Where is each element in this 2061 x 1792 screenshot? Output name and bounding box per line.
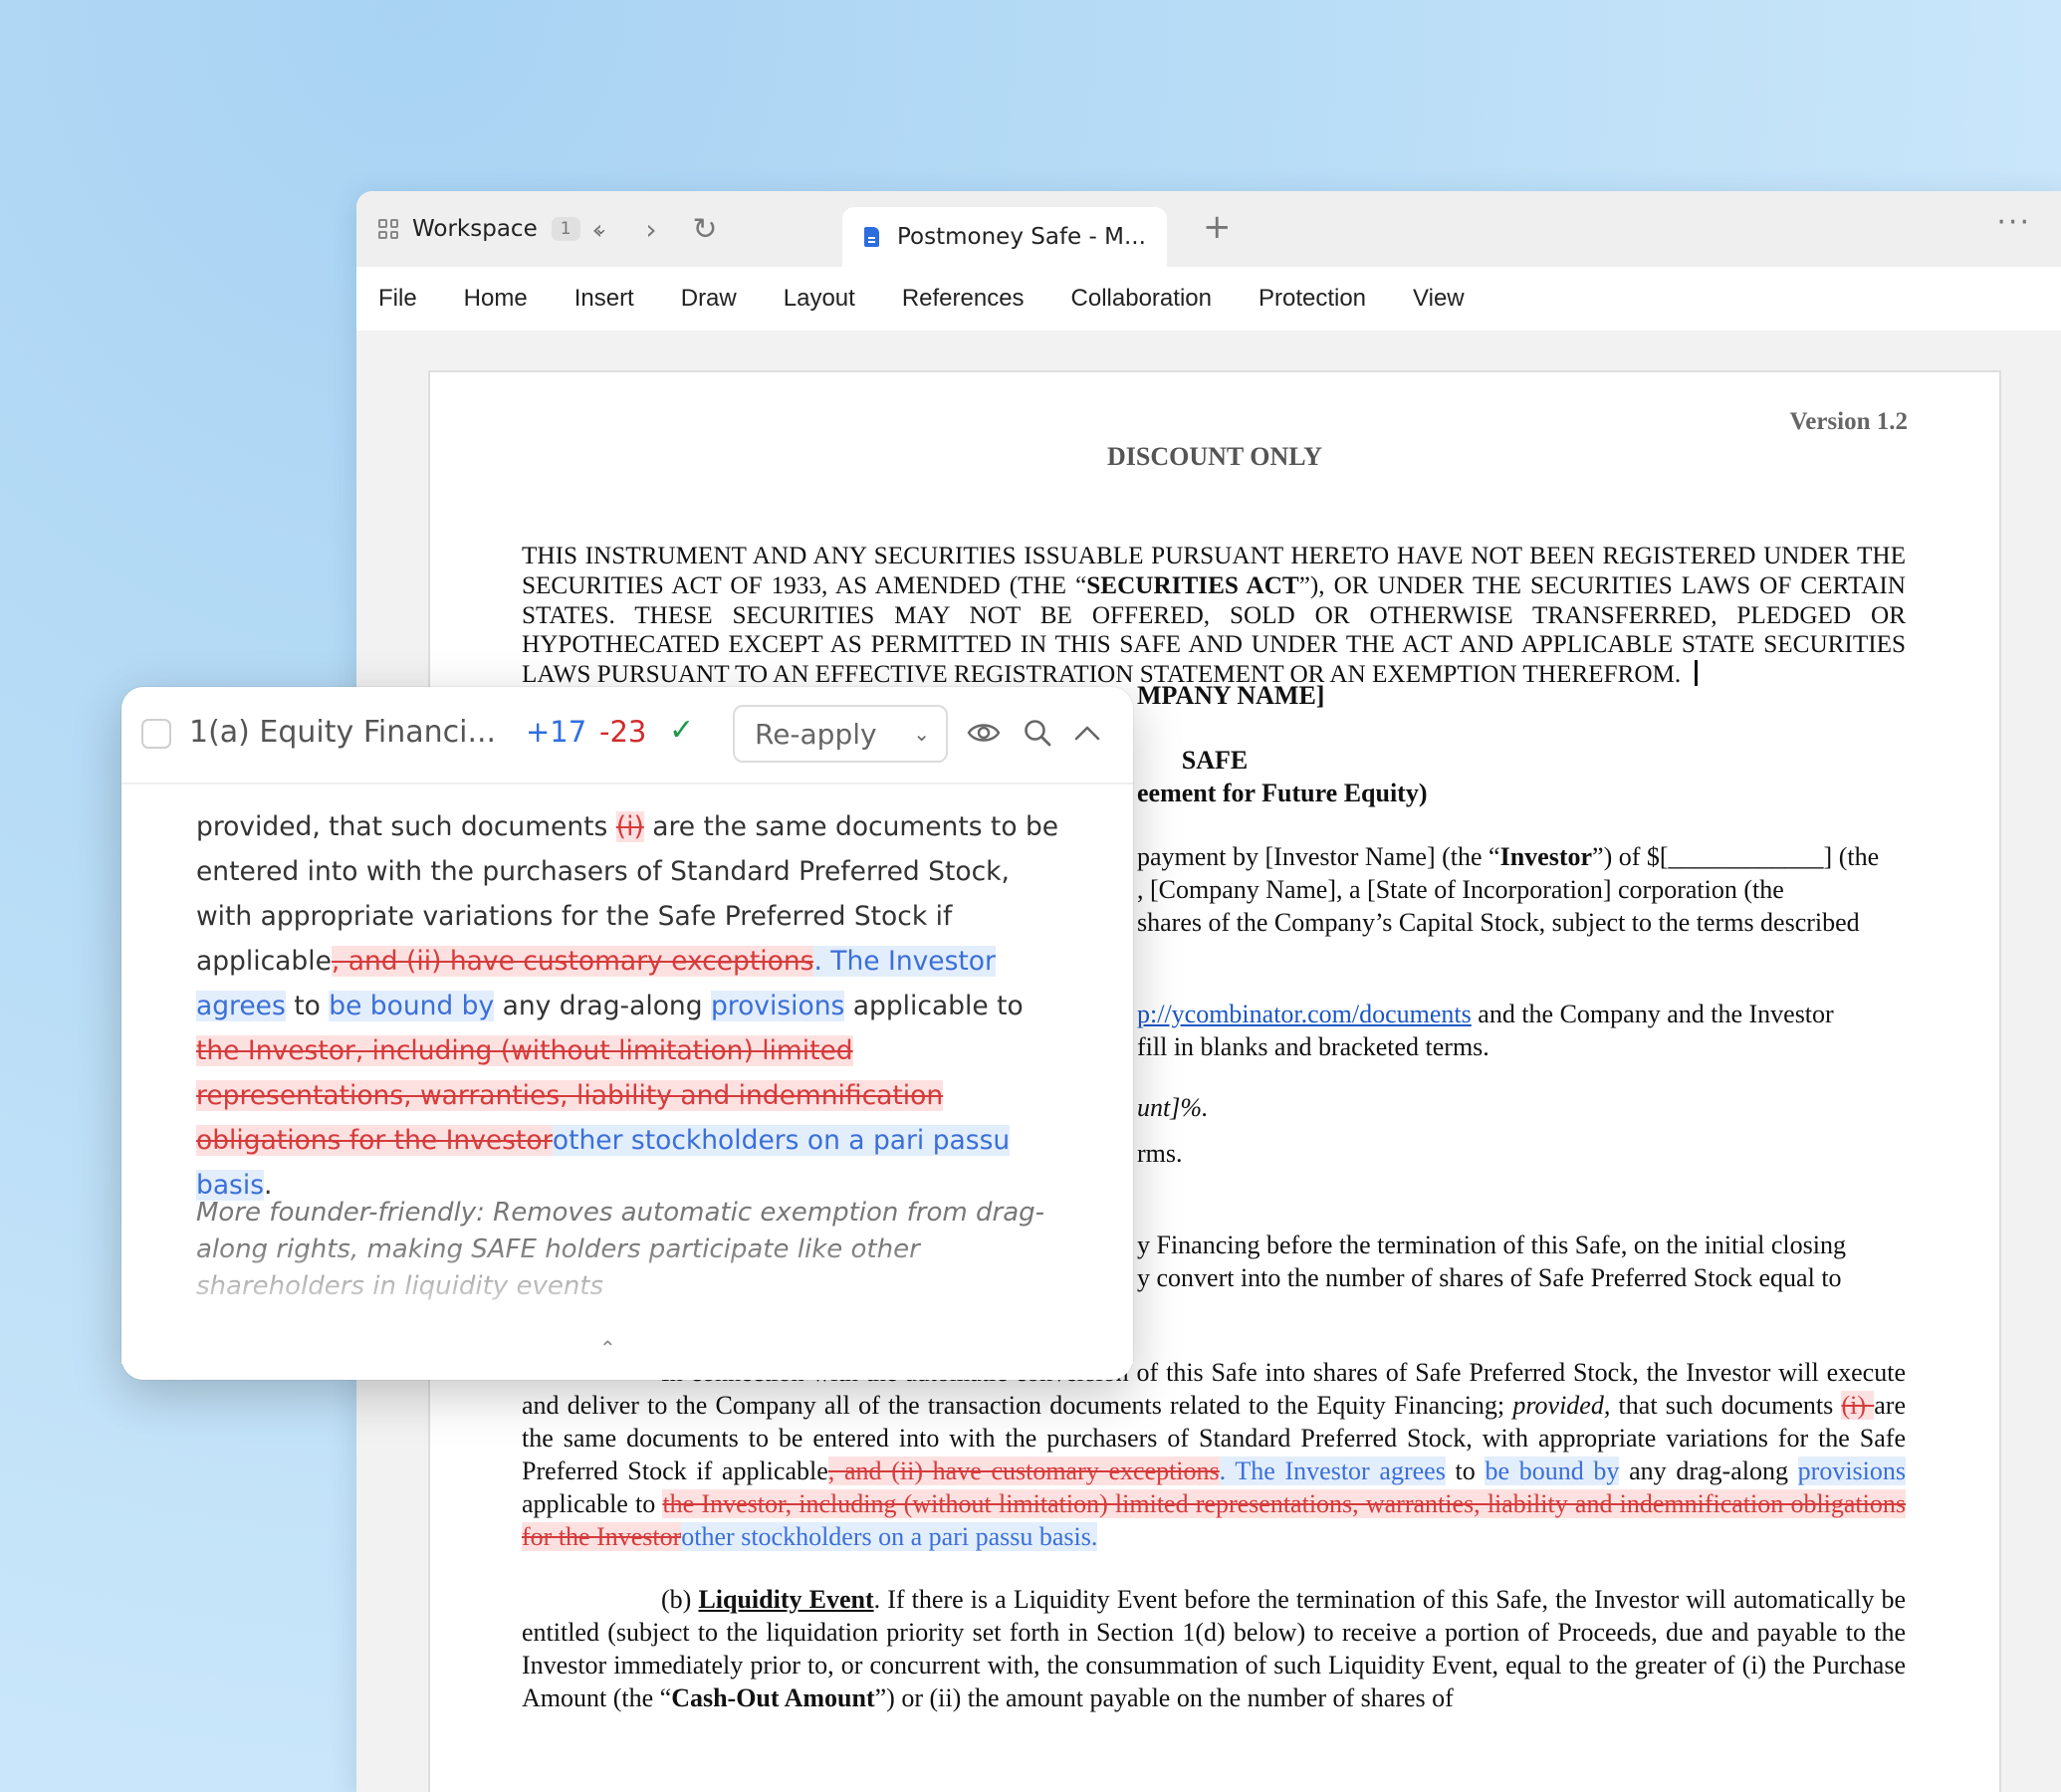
deletion-1[interactable]: (i) bbox=[1841, 1391, 1875, 1420]
chevron-down-icon: ⌄ bbox=[913, 722, 930, 746]
workspace-label: Workspace bbox=[412, 216, 538, 242]
equity-text-1: y Financing before the termination of th… bbox=[1137, 1231, 1846, 1259]
search-icon[interactable] bbox=[1018, 713, 1057, 753]
provided-italic: provided, bbox=[1512, 1391, 1611, 1420]
grid-icon bbox=[378, 219, 398, 239]
diff-text-1: provided, that such documents bbox=[196, 811, 616, 842]
liquidity-label: (b) bbox=[661, 1585, 699, 1614]
insertion-3[interactable]: provisions bbox=[1797, 1456, 1907, 1485]
menu-protection[interactable]: Protection bbox=[1259, 285, 1366, 313]
discount-fragment: unt]%. bbox=[1137, 1093, 1209, 1122]
cash-out-amount-bold: Cash-Out Amount bbox=[671, 1683, 875, 1712]
menu-view[interactable]: View bbox=[1413, 285, 1465, 313]
intro-text-2: ”) of $[____________] (the bbox=[1592, 842, 1880, 871]
chevron-up-icon[interactable] bbox=[1067, 713, 1107, 753]
popup-header: 1(a) Equity Financi... +17 -23 ✓ Re-appl… bbox=[121, 687, 1133, 784]
menu-bar: File Home Insert Draw Layout References … bbox=[356, 267, 2061, 331]
equity-text-2: y convert into the number of shares of S… bbox=[1137, 1263, 1842, 1292]
intro-text-1: payment by [Investor Name] (the “ bbox=[1137, 842, 1500, 871]
back-icon[interactable]: ‹ bbox=[577, 209, 617, 249]
workspace-count-badge: 1 bbox=[551, 217, 580, 241]
documents-paragraph: p://ycombinator.com/documents and the Co… bbox=[1137, 998, 1906, 1063]
menu-layout[interactable]: Layout bbox=[784, 285, 855, 313]
safe-subtitle: eement for Future Equity) bbox=[1137, 779, 1428, 807]
forward-icon[interactable]: › bbox=[631, 209, 671, 249]
document-icon bbox=[864, 227, 879, 247]
link-after-text: and the Company and the Investor bbox=[1471, 1000, 1834, 1028]
terms-fragment: rms. bbox=[1137, 1139, 1183, 1168]
checkmark-icon[interactable]: ✓ bbox=[669, 713, 694, 748]
securities-legend: THIS INSTRUMENT AND ANY SECURITIES ISSUA… bbox=[522, 542, 1906, 690]
conversion-text-6: applicable to bbox=[522, 1489, 663, 1518]
conversion-text-4: to bbox=[1445, 1456, 1486, 1485]
menu-collaboration[interactable]: Collaboration bbox=[1071, 285, 1212, 313]
intro-bold: Investor bbox=[1499, 842, 1593, 871]
document-heading: DISCOUNT ONLY bbox=[1106, 442, 1322, 471]
change-title: 1(a) Equity Financi... bbox=[189, 715, 497, 750]
insertion-4[interactable]: other stockholders on a pari passu basis… bbox=[681, 1522, 1098, 1551]
blanks-text: fill in blanks and bracketed terms. bbox=[1137, 1032, 1489, 1061]
diff-deletion-2[interactable]: , and (ii) have customary exceptions bbox=[331, 946, 814, 977]
change-review-popup: 1(a) Equity Financi... +17 -23 ✓ Re-appl… bbox=[121, 687, 1133, 1380]
menu-insert[interactable]: Insert bbox=[574, 285, 634, 313]
conversion-text-2: that such documents bbox=[1610, 1391, 1842, 1420]
workspace-switcher[interactable]: Workspace 1 ⌄ bbox=[378, 211, 608, 247]
liquidity-event-paragraph: (b) Liquidity Event. If there is a Liqui… bbox=[522, 1583, 1906, 1714]
expand-chevron-icon[interactable]: ⌃ bbox=[599, 1336, 616, 1360]
tab-bar: Workspace 1 ⌄ ‹ › ↻ Postmoney Safe - M..… bbox=[356, 191, 2061, 267]
diff-text-3: to bbox=[285, 991, 330, 1021]
reapply-label: Re-apply bbox=[755, 717, 877, 751]
liquidity-title: Liquidity Event bbox=[698, 1585, 874, 1614]
liquidity-text-2: ”) or (ii) the amount payable on the num… bbox=[874, 1683, 1454, 1712]
version-label: Version 1.2 bbox=[1789, 408, 1908, 435]
menu-home[interactable]: Home bbox=[464, 285, 528, 313]
documents-link[interactable]: p://ycombinator.com/documents bbox=[1137, 1000, 1472, 1028]
diff-insertion-2[interactable]: be bound by bbox=[329, 991, 495, 1021]
conversion-text-5: any drag-along bbox=[1619, 1456, 1798, 1485]
eye-icon[interactable] bbox=[964, 713, 1004, 753]
new-tab-icon[interactable]: + bbox=[1203, 207, 1232, 247]
additions-count: +17 bbox=[526, 715, 587, 749]
reapply-dropdown[interactable]: Re-apply ⌄ bbox=[733, 705, 948, 763]
intro-paragraph: payment by [Investor Name] (the “Investo… bbox=[1137, 840, 1906, 939]
menu-file[interactable]: File bbox=[378, 285, 417, 313]
deletions-count: -23 bbox=[599, 715, 647, 749]
deletion-2[interactable]: , and (ii) have customary exceptions bbox=[827, 1456, 1220, 1485]
insertion-1[interactable]: . The Investor agrees bbox=[1219, 1456, 1446, 1485]
fade-overlay bbox=[121, 1244, 1133, 1364]
diff-deletion-1[interactable]: (i) bbox=[615, 811, 644, 842]
legend-bold: SECURITIES ACT bbox=[1086, 571, 1299, 599]
company-name-line: MPANY NAME] bbox=[1137, 681, 1325, 710]
diff-text-5: applicable to bbox=[844, 991, 1024, 1021]
insertion-2[interactable]: be bound by bbox=[1485, 1456, 1620, 1485]
intro-text-4: shares of the Company’s Capital Stock, s… bbox=[1137, 908, 1860, 937]
menu-references[interactable]: References bbox=[902, 285, 1025, 313]
reload-icon[interactable]: ↻ bbox=[685, 209, 725, 249]
conversion-paragraph: In connection with the automatic convers… bbox=[522, 1356, 1907, 1553]
tab-document[interactable]: Postmoney Safe - M... bbox=[842, 207, 1167, 267]
diff-text-4: any drag-along bbox=[494, 991, 711, 1021]
equity-financing-paragraph: y Financing before the termination of th… bbox=[1137, 1229, 1906, 1294]
change-checkbox[interactable] bbox=[141, 719, 171, 749]
diff-insertion-3[interactable]: provisions bbox=[710, 991, 845, 1021]
tab-document-title: Postmoney Safe - M... bbox=[897, 224, 1146, 250]
more-options-icon[interactable]: ··· bbox=[1996, 205, 2031, 240]
menu-draw[interactable]: Draw bbox=[681, 285, 737, 313]
intro-text-3: , [Company Name], a [State of Incorporat… bbox=[1137, 875, 1784, 904]
change-diff-text: provided, that such documents (i) are th… bbox=[196, 804, 1062, 1208]
